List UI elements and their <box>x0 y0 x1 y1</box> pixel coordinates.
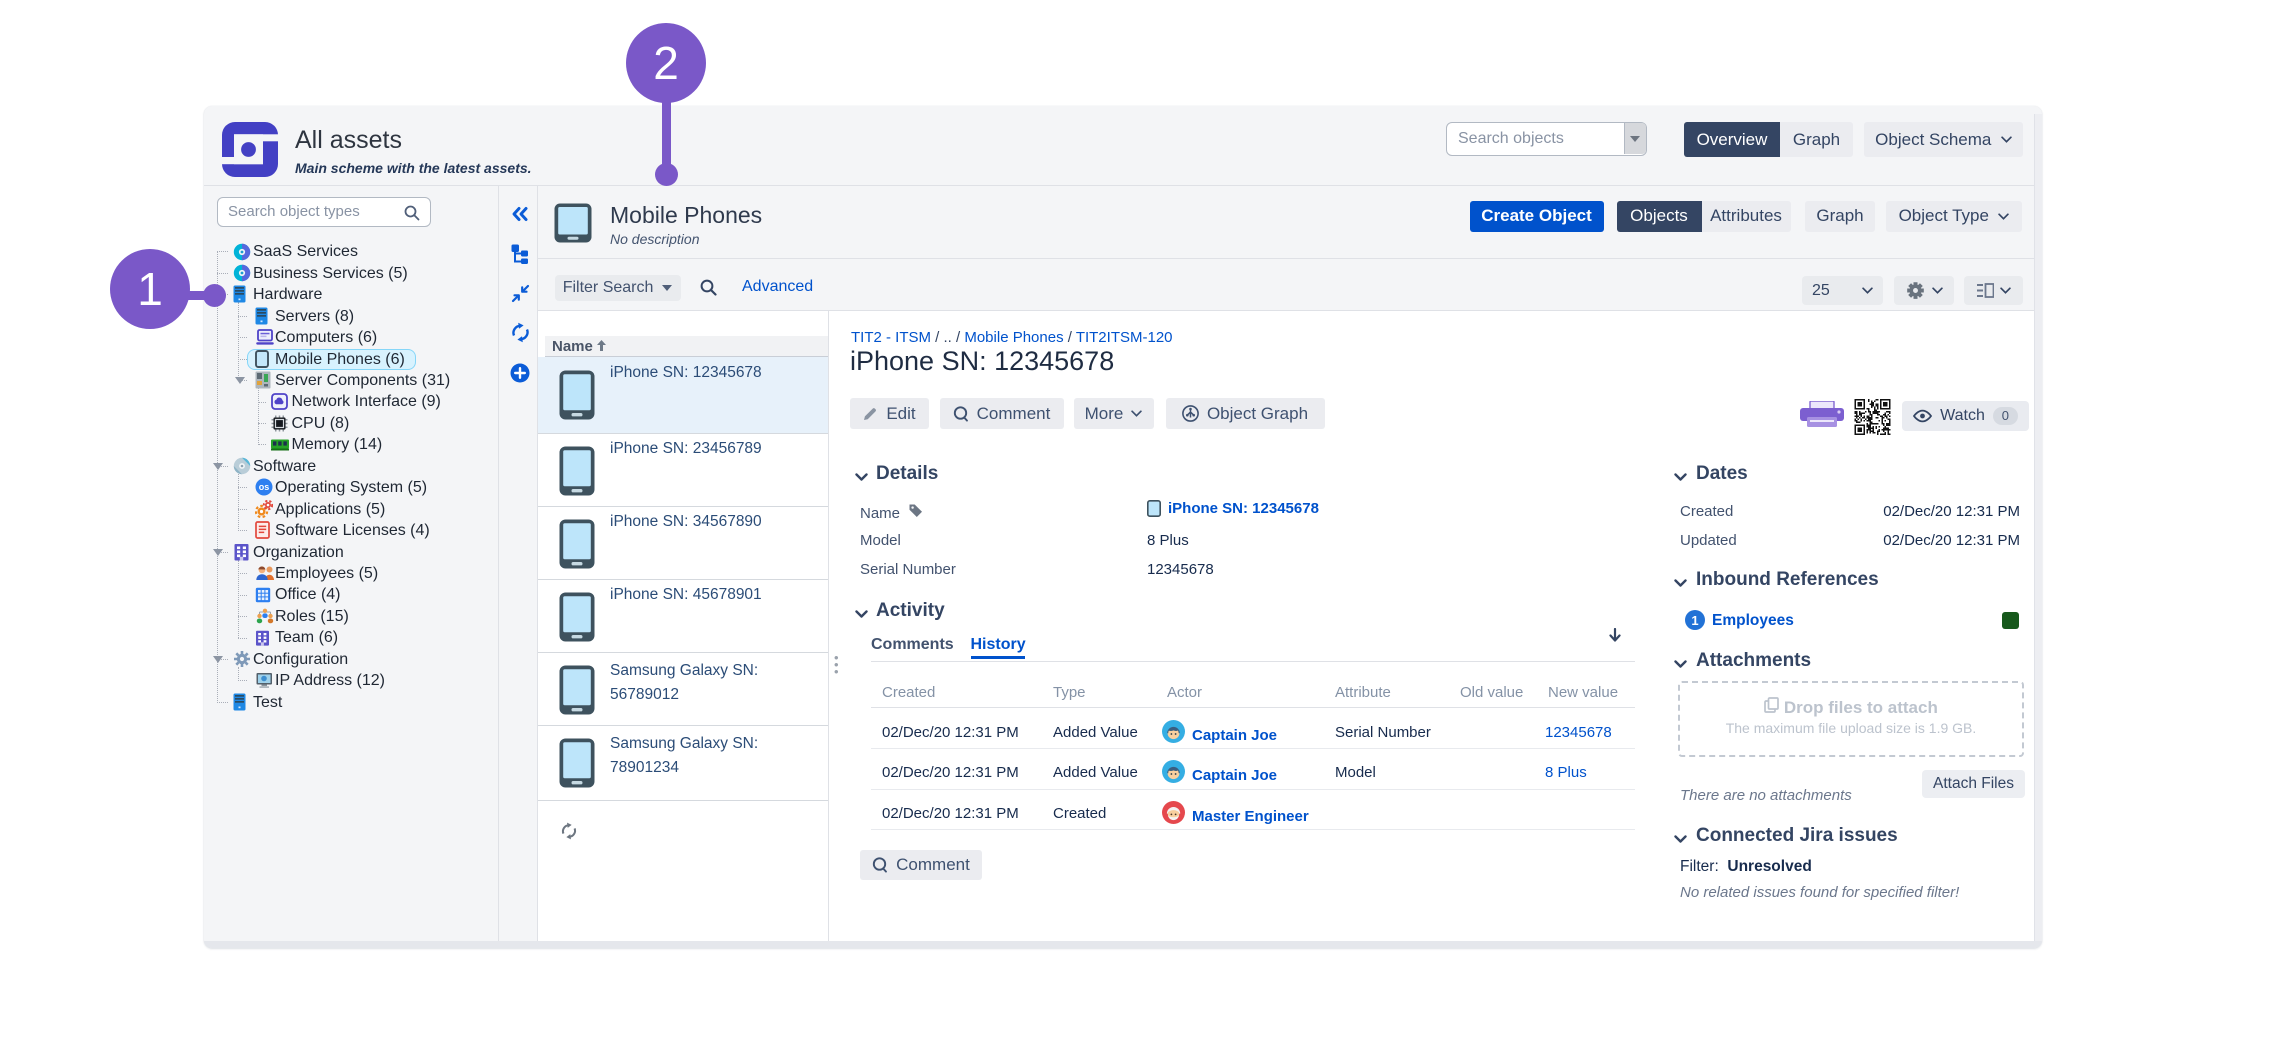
svg-text:os: os <box>259 483 270 493</box>
